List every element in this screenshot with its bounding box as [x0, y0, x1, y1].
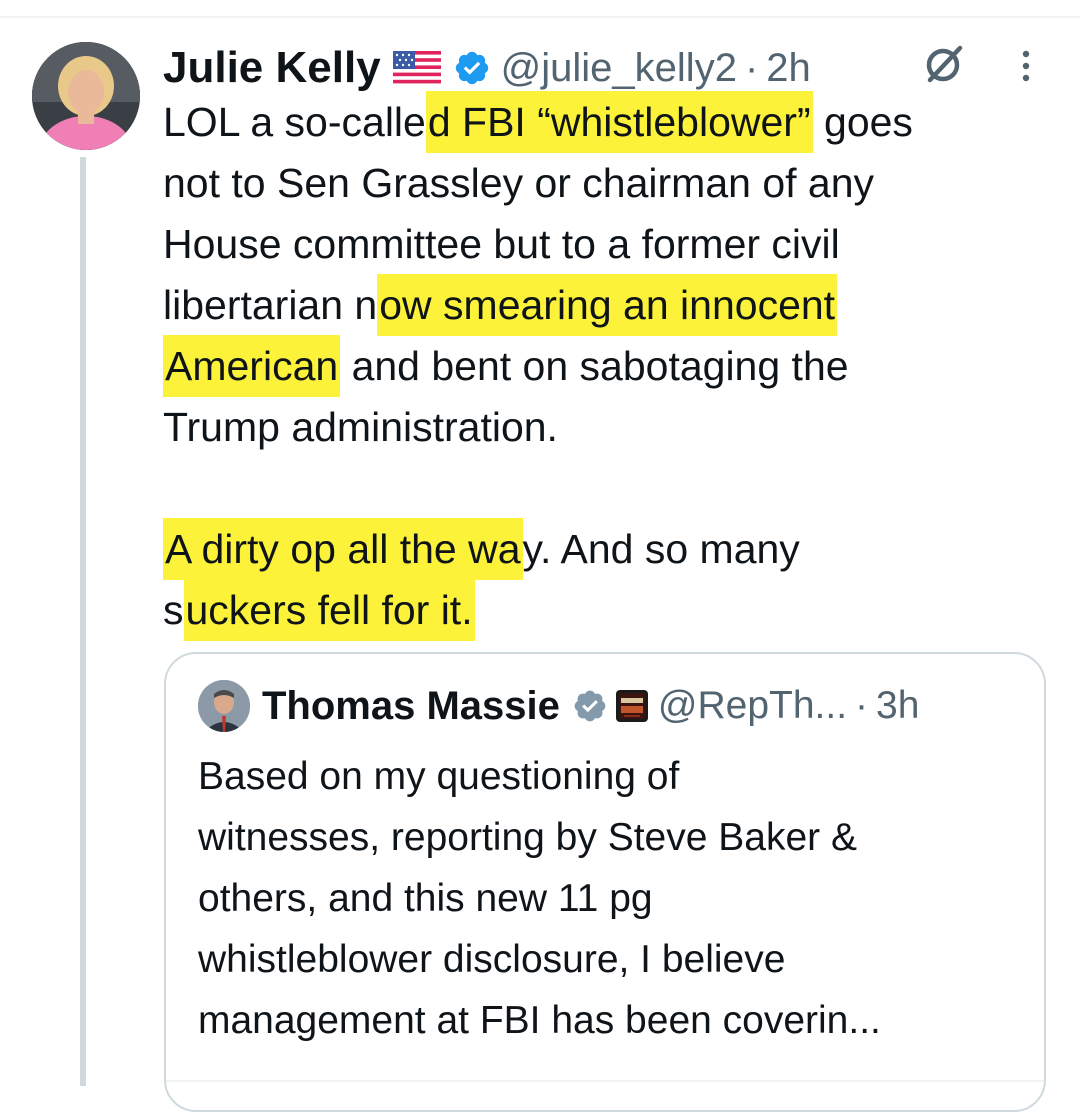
highlighted-text: uckers fell for it. — [183, 579, 475, 641]
quoted-tweet-text: Based on my questioning of witnesses, re… — [198, 746, 1028, 1051]
tweet-text: LOL a so-called FBI “whistleblower” goes… — [163, 91, 1063, 641]
us-flag-icon — [392, 51, 441, 85]
quoted-author-avatar — [198, 680, 250, 732]
text-segment: LOL a so-calle — [163, 99, 426, 145]
quoted-author-handle[interactable]: @RepTh... — [658, 684, 847, 728]
paragraph-break — [163, 458, 1063, 519]
author-handle[interactable]: @julie_kelly2 — [501, 46, 737, 91]
verified-badge-icon[interactable] — [453, 49, 491, 87]
quoted-text-line: witnesses, reporting by Steve Baker & — [198, 816, 857, 859]
quoted-tweet-header: Thomas Massie @RepTh... · 3h — [262, 678, 919, 734]
tweet-text-line: House committee but to a former civil — [163, 214, 1063, 275]
quoted-tweet-card[interactable]: Thomas Massie @RepTh... · 3h Based on my… — [164, 652, 1046, 1112]
separator-dot: · — [855, 684, 869, 727]
more-options-icon[interactable] — [1016, 48, 1036, 93]
tweet-timestamp[interactable]: 2h — [766, 46, 811, 91]
tweet-text-line: suckers fell for it. — [163, 579, 1063, 641]
highlighted-text: American — [163, 335, 341, 397]
text-segment: not to Sen Grassley or chairman of any — [163, 160, 875, 206]
grok-icon[interactable] — [918, 40, 968, 95]
text-segment: y. And so many — [522, 526, 800, 572]
top-divider — [0, 16, 1080, 18]
quoted-text-line: others, and this new 11 pg — [198, 877, 653, 920]
quoted-text-line: Based on my questioning of — [198, 755, 680, 798]
text-segment: libertarian n — [163, 282, 378, 328]
text-segment: s — [163, 587, 184, 633]
quoted-text-line: management at FBI has been coverin... — [198, 999, 881, 1042]
tweet-text-line: American and bent on sabotaging the — [163, 335, 1063, 397]
separator-dot: · — [744, 45, 759, 90]
highlighted-text: ow smearing an innocent — [377, 274, 838, 336]
tweet-text-line: libertarian now smearing an innocent — [163, 274, 1063, 336]
author-avatar[interactable] — [32, 42, 140, 150]
quoted-tweet-timestamp: 3h — [876, 684, 920, 727]
tweet-text-line: not to Sen Grassley or chairman of any — [163, 153, 1063, 214]
author-display-name[interactable]: Julie Kelly — [163, 43, 381, 93]
quoted-text-line: whistleblower disclosure, I believe — [198, 938, 786, 981]
text-segment: House committee but to a former civil — [163, 221, 840, 267]
tweet-header: Julie Kelly @julie_kelly2 · 2h — [163, 38, 811, 98]
text-segment: goes — [812, 99, 913, 145]
text-segment: and bent on sabotaging the — [340, 343, 849, 389]
quoted-author-display-name[interactable]: Thomas Massie — [262, 684, 560, 729]
tweet-text-line: Trump administration. — [163, 397, 1063, 458]
tweet-text-line: LOL a so-called FBI “whistleblower” goes — [163, 91, 1063, 153]
tweet-text-line: A dirty op all the way. And so many — [163, 518, 1063, 580]
affiliate-badge-icon — [615, 690, 648, 722]
thread-line — [80, 157, 86, 1086]
highlighted-text: d FBI “whistleblower” — [425, 91, 813, 153]
verified-badge-icon — [572, 688, 608, 724]
text-segment: Trump administration. — [163, 404, 558, 450]
quoted-card-divider — [166, 1080, 1044, 1082]
highlighted-text: A dirty op all the wa — [163, 518, 523, 580]
